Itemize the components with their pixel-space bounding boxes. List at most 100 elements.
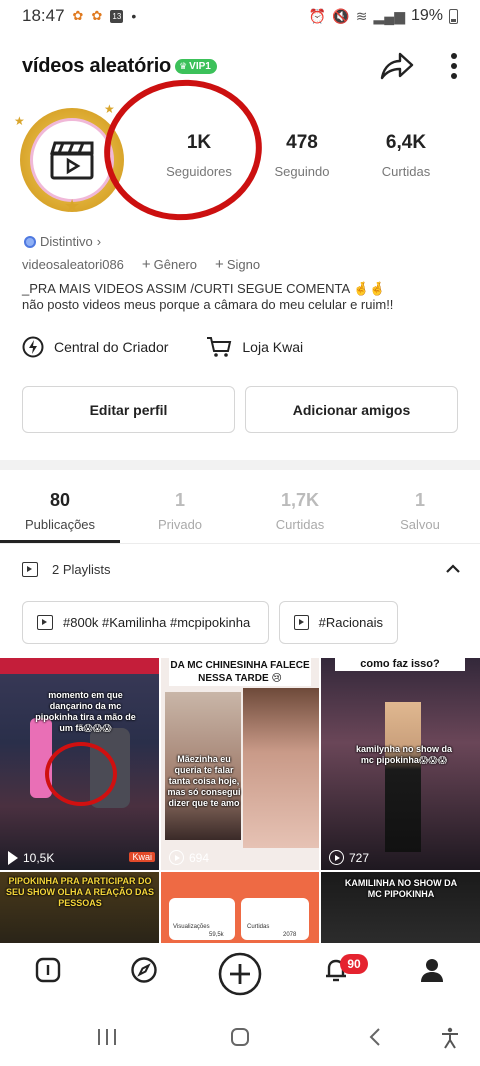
create-icon[interactable] [218, 952, 262, 1001]
video-grid: momento em que dançarino da mc pipokinha… [0, 658, 480, 943]
tab-saved[interactable]: 1 Salvou [370, 490, 470, 532]
more-notifications-dot: • [131, 8, 137, 24]
following-label: Seguindo [274, 164, 330, 179]
video-caption: como faz isso? [335, 658, 465, 671]
tab-posts[interactable]: 80 Publicações [10, 490, 110, 532]
star-icon: ★ [64, 196, 81, 216]
username: vídeos aleatório [22, 54, 172, 77]
content-tabs: 80 Publicações 1 Privado 1,7K Curtidas 1… [0, 470, 480, 544]
shield-icon [24, 235, 36, 248]
stat-following[interactable]: 478 Seguindo [252, 132, 352, 179]
bio: _PRA MAIS VIDEOS ASSIM /CURTI SEGUE COME… [22, 281, 393, 313]
plus-icon: + [141, 256, 151, 273]
back-icon[interactable] [368, 1027, 382, 1052]
recent-apps-icon[interactable] [96, 1027, 118, 1052]
add-sign-button[interactable]: + Signo [215, 256, 260, 273]
tab-private[interactable]: 1 Privado [130, 490, 230, 532]
thumbnail-photo [243, 688, 319, 848]
following-count: 478 [286, 132, 318, 153]
profile-icon[interactable] [418, 956, 446, 989]
notification-badge: 90 [340, 954, 368, 974]
discover-icon[interactable] [130, 956, 158, 989]
thumbnail-banner [0, 658, 159, 674]
add-gender-button[interactable]: + Gênero [142, 256, 197, 273]
likes-count: 6,4K [385, 132, 427, 153]
playlist-chip-label: #800k #Kamilinha #mcpipokinha [63, 615, 251, 630]
badge-link[interactable]: Distintivo › [24, 234, 101, 249]
star-icon: ★ [14, 114, 25, 128]
star-icon: ★ [104, 102, 115, 116]
tab-liked[interactable]: 1,7K Curtidas [250, 490, 350, 532]
chevron-up-icon[interactable] [446, 562, 460, 577]
bio-line: não posto videos meus porque a câmara do… [22, 297, 394, 312]
view-count: 694 [169, 850, 209, 865]
stat-card: Visualizações 59,5k [169, 898, 235, 940]
home-icon[interactable] [34, 956, 62, 989]
notification-icon: ✿ [91, 8, 103, 23]
profile-meta: videosaleatori086 + Gênero + Signo [22, 256, 260, 273]
video-caption: momento em que dançarino da mc pipokinha… [35, 690, 136, 733]
likes-label: Curtidas [381, 164, 431, 179]
video-thumbnail[interactable]: Visualizações 59,5k Curtidas 2078 [161, 872, 319, 943]
video-caption: KAMILINHA NO SHOW DA MC PIPOKINHA [344, 878, 458, 899]
creator-center-label: Central do Criador [54, 339, 169, 355]
view-count: 727 [329, 850, 369, 865]
playlist-icon [294, 615, 309, 630]
more-options-icon[interactable] [450, 52, 458, 80]
playlist-chip-label: #Racionais [318, 615, 383, 630]
followers-count: 1K [186, 132, 212, 153]
video-thumbnail[interactable]: KAMILINHA NO SHOW DA MC PIPOKINHA [321, 872, 480, 943]
video-thumbnail[interactable]: momento em que dançarino da mc pipokinha… [0, 658, 159, 870]
video-thumbnail[interactable]: como faz isso? kamilynha no show da mc p… [321, 658, 480, 870]
thumbnail-figure [385, 702, 421, 852]
playlist-icon [22, 562, 38, 577]
handle: videosaleatori086 [22, 257, 124, 272]
plus-icon: + [215, 256, 224, 273]
play-icon [169, 850, 184, 865]
bottom-navigation [0, 943, 480, 1009]
playlist-chip[interactable]: #800k #Kamilinha #mcpipokinha [22, 601, 269, 644]
stat-card: Curtidas 2078 [241, 898, 309, 940]
crown-icon: ♛ [179, 60, 188, 71]
playlist-chip[interactable]: #Racionais [279, 601, 398, 644]
stat-likes[interactable]: 6,4K Curtidas [356, 132, 456, 179]
cart-icon [207, 337, 232, 357]
calendar-icon: 13 [110, 9, 124, 23]
share-icon[interactable] [380, 52, 414, 80]
video-subcaption: Mãezinha eu queria te falar tanta coisa … [167, 754, 241, 808]
wifi-icon: ≋ [355, 7, 368, 24]
followers-label: Seguidores [166, 164, 232, 179]
creator-center-link[interactable]: Central do Criador [22, 336, 168, 358]
kwai-shop-link[interactable]: Loja Kwai [206, 336, 303, 358]
lightning-icon [22, 336, 44, 358]
accessibility-icon[interactable] [440, 1027, 460, 1054]
notification-icon: ✿ [72, 8, 84, 23]
add-friends-button[interactable]: Adicionar amigos [245, 386, 458, 433]
battery-icon [449, 8, 458, 24]
playlists-count: 2 Playlists [52, 562, 111, 577]
video-subcaption: kamilynha no show da mc pipokinha😱😱😱 [355, 744, 453, 765]
video-caption: PIPOKINHA PRA PARTICIPAR DO SEU SHOW OLH… [6, 876, 155, 908]
video-thumbnail[interactable]: DA MC CHINESINHA FALECE NESSA TARDE 😢 Mã… [161, 658, 319, 870]
mute-icon: 🔇 [332, 7, 350, 24]
view-count: 10,5K [8, 851, 54, 865]
video-thumbnail[interactable]: PIPOKINHA PRA PARTICIPAR DO SEU SHOW OLH… [0, 872, 159, 943]
system-navigation [0, 1009, 480, 1066]
playlists-header[interactable]: 2 Playlists [22, 562, 460, 577]
stat-followers[interactable]: 1K Seguidores [149, 132, 249, 179]
profile-header: vídeos aleatório ♛ VIP1 [0, 44, 480, 88]
play-icon [8, 851, 18, 865]
play-icon [329, 850, 344, 865]
badge-label: Distintivo [40, 234, 93, 249]
profile-stats: 1K Seguidores 478 Seguindo 6,4K Curtidas [0, 132, 480, 192]
vip-badge[interactable]: ♛ VIP1 [175, 58, 217, 74]
playlist-icon [37, 615, 53, 630]
chevron-right-icon: › [96, 234, 102, 249]
kwai-shop-label: Loja Kwai [242, 339, 304, 355]
battery-percent: 19% [410, 7, 443, 24]
home-button-icon[interactable] [230, 1027, 250, 1052]
edit-profile-button[interactable]: Editar perfil [22, 386, 235, 433]
kwai-tag: Kwai [129, 852, 155, 862]
profile-links: Central do Criador Loja Kwai [22, 336, 303, 358]
clock: 18:47 [22, 6, 65, 25]
